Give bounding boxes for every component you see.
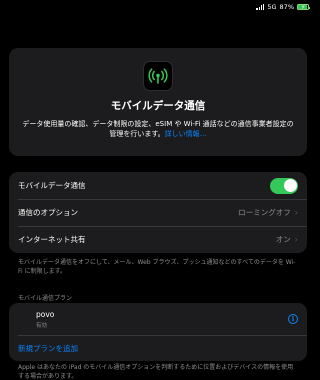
toggle-knob bbox=[283, 179, 297, 192]
cellular-options-label: 通信のオプション bbox=[18, 208, 78, 217]
hero-description-text: データ使用量の確認、データ制限の設定、eSIM や Wi-Fi 通話などの通信事… bbox=[22, 120, 294, 138]
chevron-right-icon: › bbox=[294, 235, 298, 244]
learn-more-link[interactable]: 詳しい情報… bbox=[165, 130, 207, 138]
plan-name: povo bbox=[36, 309, 55, 319]
cellular-options-row[interactable]: 通信のオプション ローミングオフ › bbox=[9, 199, 307, 226]
page-title: モバイルデータ通信 bbox=[110, 100, 206, 112]
status-bar: 5G 87% ⚡ bbox=[0, 0, 317, 14]
personal-hotspot-value: オン bbox=[275, 235, 291, 244]
info-icon[interactable]: i bbox=[288, 314, 298, 324]
mobile-data-hero-card: モバイルデータ通信 データ使用量の確認、データ制限の設定、eSIM や Wi-F… bbox=[9, 48, 307, 156]
hero-description: データ使用量の確認、データ制限の設定、eSIM や Wi-Fi 通話などの通信事… bbox=[22, 119, 294, 139]
battery-icon: ⚡ bbox=[297, 3, 310, 11]
mobile-data-footnote: モバイルデータ通信をオフにして、メール、Web ブラウズ、プッシュ通知などのすべ… bbox=[18, 259, 296, 275]
cellular-plans-group: povo 有効 i 新規プランを追加 bbox=[9, 303, 307, 361]
mobile-data-toggle[interactable] bbox=[270, 177, 298, 194]
plan-text: povo 有効 bbox=[18, 310, 288, 329]
plan-status: 有効 bbox=[36, 322, 48, 329]
personal-hotspot-row[interactable]: インターネット共有 オン › bbox=[9, 226, 307, 253]
personal-hotspot-label: インターネット共有 bbox=[18, 235, 86, 244]
add-plan-button[interactable]: 新規プランを追加 bbox=[9, 335, 307, 361]
plan-row[interactable]: povo 有効 i bbox=[9, 303, 307, 335]
mobile-data-settings-group: モバイルデータ通信 通信のオプション ローミングオフ › インターネット共有 オ… bbox=[9, 172, 307, 253]
antenna-signal-icon bbox=[143, 61, 173, 91]
plans-footnote: Apple はあなたの iPad のモバイル通信オプションを判断するために位置お… bbox=[18, 364, 294, 380]
charging-bolt-icon: ⚡ bbox=[301, 3, 306, 11]
chevron-right-icon: › bbox=[294, 208, 298, 217]
battery-percent: 87% bbox=[279, 3, 294, 11]
mobile-data-row: モバイルデータ通信 bbox=[9, 172, 307, 199]
mobile-data-label: モバイルデータ通信 bbox=[18, 181, 86, 190]
plans-section-header: モバイル通信プラン bbox=[18, 295, 73, 302]
cellular-signal-icon bbox=[256, 4, 265, 10]
network-type: 5G bbox=[267, 3, 277, 11]
cellular-options-value: ローミングオフ bbox=[238, 208, 291, 217]
